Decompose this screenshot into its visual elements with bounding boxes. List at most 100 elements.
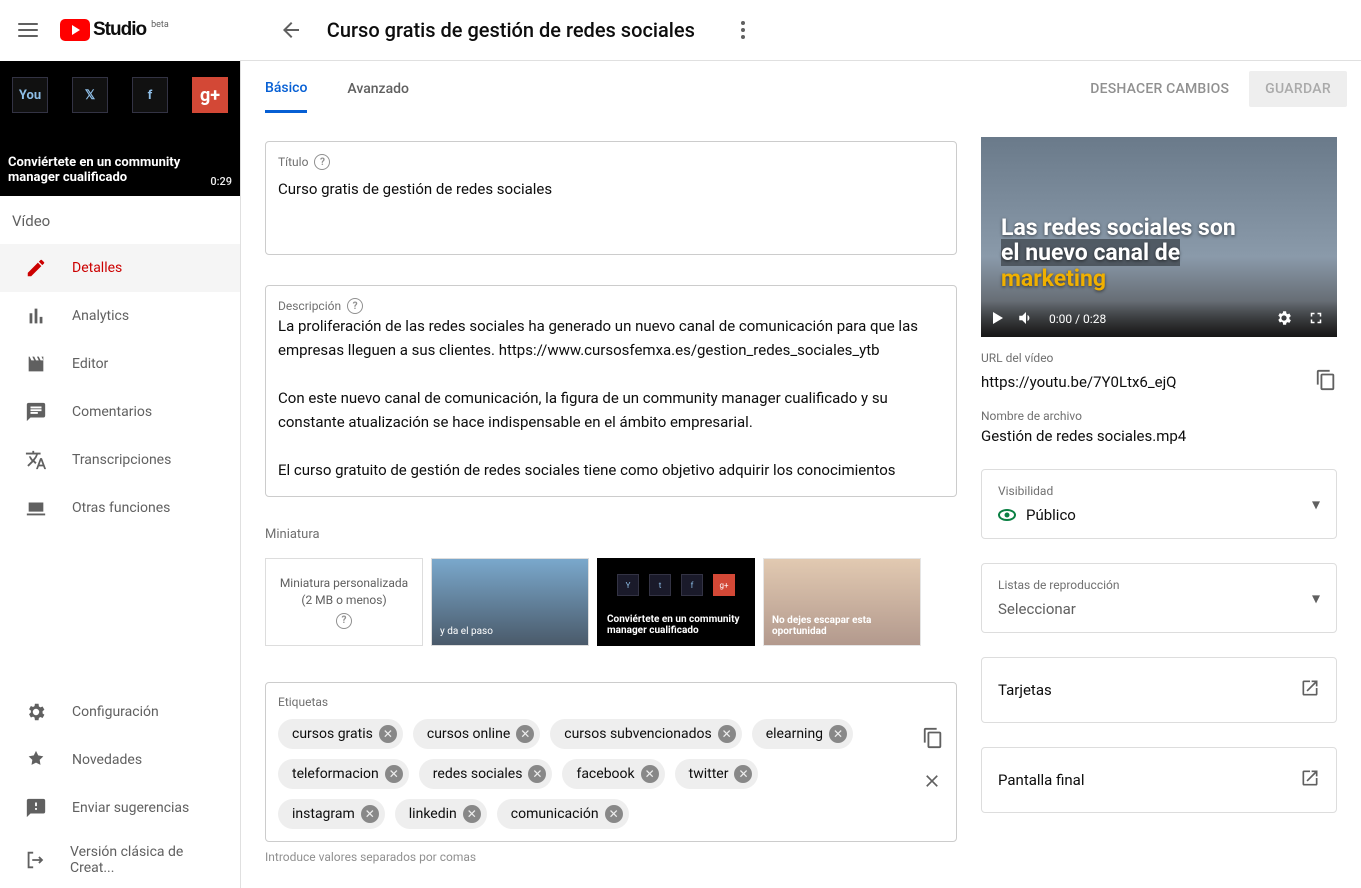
tab-basic[interactable]: Básico xyxy=(265,66,307,113)
custom-thumbnail-button[interactable]: Miniatura personalizada (2 MB o menos) ? xyxy=(265,558,423,646)
menu-toggle[interactable] xyxy=(16,18,40,42)
nav-feedback-label: Enviar sugerencias xyxy=(72,800,189,816)
filename-value: Gestión de redes sociales.mp4 xyxy=(981,427,1186,445)
nav-editor[interactable]: Editor xyxy=(0,340,240,388)
remove-tag-icon[interactable]: ✕ xyxy=(734,765,752,783)
tag-chip: twitter✕ xyxy=(675,759,759,789)
twitter-social-icon: 𝕏 xyxy=(72,77,108,113)
nav-classic-label: Versión clásica de Creat... xyxy=(70,844,216,876)
remove-tag-icon[interactable]: ✕ xyxy=(829,725,847,743)
nav-whatsnew[interactable]: Novedades xyxy=(0,736,240,784)
feedback-icon xyxy=(24,796,48,820)
visibility-value: Público xyxy=(1026,506,1076,524)
nav-details[interactable]: Detalles xyxy=(0,244,240,292)
tags-hint: Introduce valores separados por comas xyxy=(265,850,957,864)
endscreen-link[interactable]: Pantalla final xyxy=(981,747,1337,813)
title-input[interactable]: Curso gratis de gestión de redes sociale… xyxy=(278,180,944,240)
save-button[interactable]: GUARDAR xyxy=(1249,71,1347,107)
nav-editor-label: Editor xyxy=(72,356,108,372)
cards-label: Tarjetas xyxy=(998,681,1052,699)
description-textarea[interactable]: La proliferación de las redes sociales h… xyxy=(278,314,952,484)
filename-label: Nombre de archivo xyxy=(981,409,1337,423)
nav-transcriptions-label: Transcripciones xyxy=(72,452,171,468)
tag-chip: cursos gratis✕ xyxy=(278,719,403,749)
clear-tags-icon[interactable] xyxy=(922,771,944,795)
facebook-social-icon: f xyxy=(132,77,168,113)
undo-button[interactable]: DESHACER CAMBIOS xyxy=(1090,81,1229,97)
tag-chip: instagram✕ xyxy=(278,799,385,829)
tab-advanced[interactable]: Avanzado xyxy=(347,67,409,111)
analytics-icon xyxy=(24,304,48,328)
more-options-icon[interactable] xyxy=(731,21,755,39)
copy-url-icon[interactable] xyxy=(1315,369,1337,395)
remove-tag-icon[interactable]: ✕ xyxy=(516,725,534,743)
tags-label: Etiquetas xyxy=(278,695,944,709)
nav-classic[interactable]: Versión clásica de Creat... xyxy=(0,832,240,888)
chevron-down-icon: ▾ xyxy=(1312,589,1320,608)
thumbnail-option-1[interactable]: y da el paso xyxy=(431,558,589,646)
nav-settings-label: Configuración xyxy=(72,704,159,720)
editor-icon xyxy=(24,352,48,376)
volume-icon[interactable] xyxy=(1017,309,1035,330)
back-arrow-icon[interactable] xyxy=(279,18,303,42)
remove-tag-icon[interactable]: ✕ xyxy=(528,765,546,783)
description-field[interactable]: Descripción? La proliferación de las red… xyxy=(265,285,957,497)
remove-tag-icon[interactable]: ✕ xyxy=(605,805,623,823)
exit-icon xyxy=(24,848,46,872)
nav-comments[interactable]: Comentarios xyxy=(0,388,240,436)
tag-chip: facebook✕ xyxy=(562,759,664,789)
visibility-label: Visibilidad xyxy=(998,484,1320,498)
video-thumbnail-preview[interactable]: You 𝕏 f g+ Conviértete en un community m… xyxy=(0,61,240,196)
tag-chip: teleformacion✕ xyxy=(278,759,409,789)
gear-icon xyxy=(24,700,48,724)
nav-transcriptions[interactable]: Transcripciones xyxy=(0,436,240,484)
tag-chip: cursos subvencionados✕ xyxy=(550,719,741,749)
remove-tag-icon[interactable]: ✕ xyxy=(463,805,481,823)
cards-link[interactable]: Tarjetas xyxy=(981,657,1337,723)
title-field[interactable]: Título? Curso gratis de gestión de redes… xyxy=(265,141,957,255)
remove-tag-icon[interactable]: ✕ xyxy=(361,805,379,823)
video-overlay-text: Las redes sociales son el nuevo canal de… xyxy=(1001,215,1236,291)
fullscreen-icon[interactable] xyxy=(1307,309,1325,330)
settings-icon[interactable] xyxy=(1275,309,1293,330)
pencil-icon xyxy=(24,256,48,280)
googleplus-social-icon: g+ xyxy=(192,77,228,113)
tag-chip: cursos online✕ xyxy=(413,719,540,749)
remove-tag-icon[interactable]: ✕ xyxy=(641,765,659,783)
thumbnail-option-2[interactable]: Ytfg+ Conviértete en un community manage… xyxy=(597,558,755,646)
miniature-label: Miniatura xyxy=(265,527,957,542)
playlists-value: Seleccionar xyxy=(998,600,1076,618)
tag-chip: elearning✕ xyxy=(752,719,853,749)
help-icon[interactable]: ? xyxy=(347,298,363,314)
nav-feedback[interactable]: Enviar sugerencias xyxy=(0,784,240,832)
nav-other-label: Otras funciones xyxy=(72,500,170,516)
play-icon[interactable] xyxy=(993,312,1003,327)
title-label: Título xyxy=(278,155,308,169)
visibility-dropdown[interactable]: Visibilidad Público ▾ xyxy=(981,469,1337,539)
nav-analytics[interactable]: Analytics xyxy=(0,292,240,340)
remove-tag-icon[interactable]: ✕ xyxy=(718,725,736,743)
help-icon[interactable]: ? xyxy=(314,154,330,170)
copy-tags-icon[interactable] xyxy=(922,727,944,753)
logo-beta: beta xyxy=(151,20,169,30)
tag-chip: comunicación✕ xyxy=(497,799,629,829)
nav-other[interactable]: Otras funciones xyxy=(0,484,240,532)
tags-field[interactable]: Etiquetas cursos gratis✕ cursos online✕ cu… xyxy=(265,682,957,842)
open-external-icon xyxy=(1300,768,1320,792)
nav-comments-label: Comentarios xyxy=(72,404,152,420)
youtube-social-icon: You xyxy=(12,77,48,113)
studio-logo[interactable]: Studio beta xyxy=(60,19,169,41)
description-label: Descripción xyxy=(278,299,341,313)
video-player[interactable]: Las redes sociales son el nuevo canal de… xyxy=(981,137,1337,337)
comments-icon xyxy=(24,400,48,424)
open-external-icon xyxy=(1300,678,1320,702)
help-icon: ? xyxy=(336,613,352,629)
thumbnail-option-3[interactable]: No dejes escapar esta oportunidad xyxy=(763,558,921,646)
nav-whatsnew-label: Novedades xyxy=(72,752,142,768)
nav-analytics-label: Analytics xyxy=(72,308,129,324)
url-label: URL del vídeo xyxy=(981,351,1337,365)
remove-tag-icon[interactable]: ✕ xyxy=(379,725,397,743)
playlists-dropdown[interactable]: Listas de reproducción Seleccionar ▾ xyxy=(981,563,1337,633)
remove-tag-icon[interactable]: ✕ xyxy=(385,765,403,783)
nav-settings[interactable]: Configuración xyxy=(0,688,240,736)
